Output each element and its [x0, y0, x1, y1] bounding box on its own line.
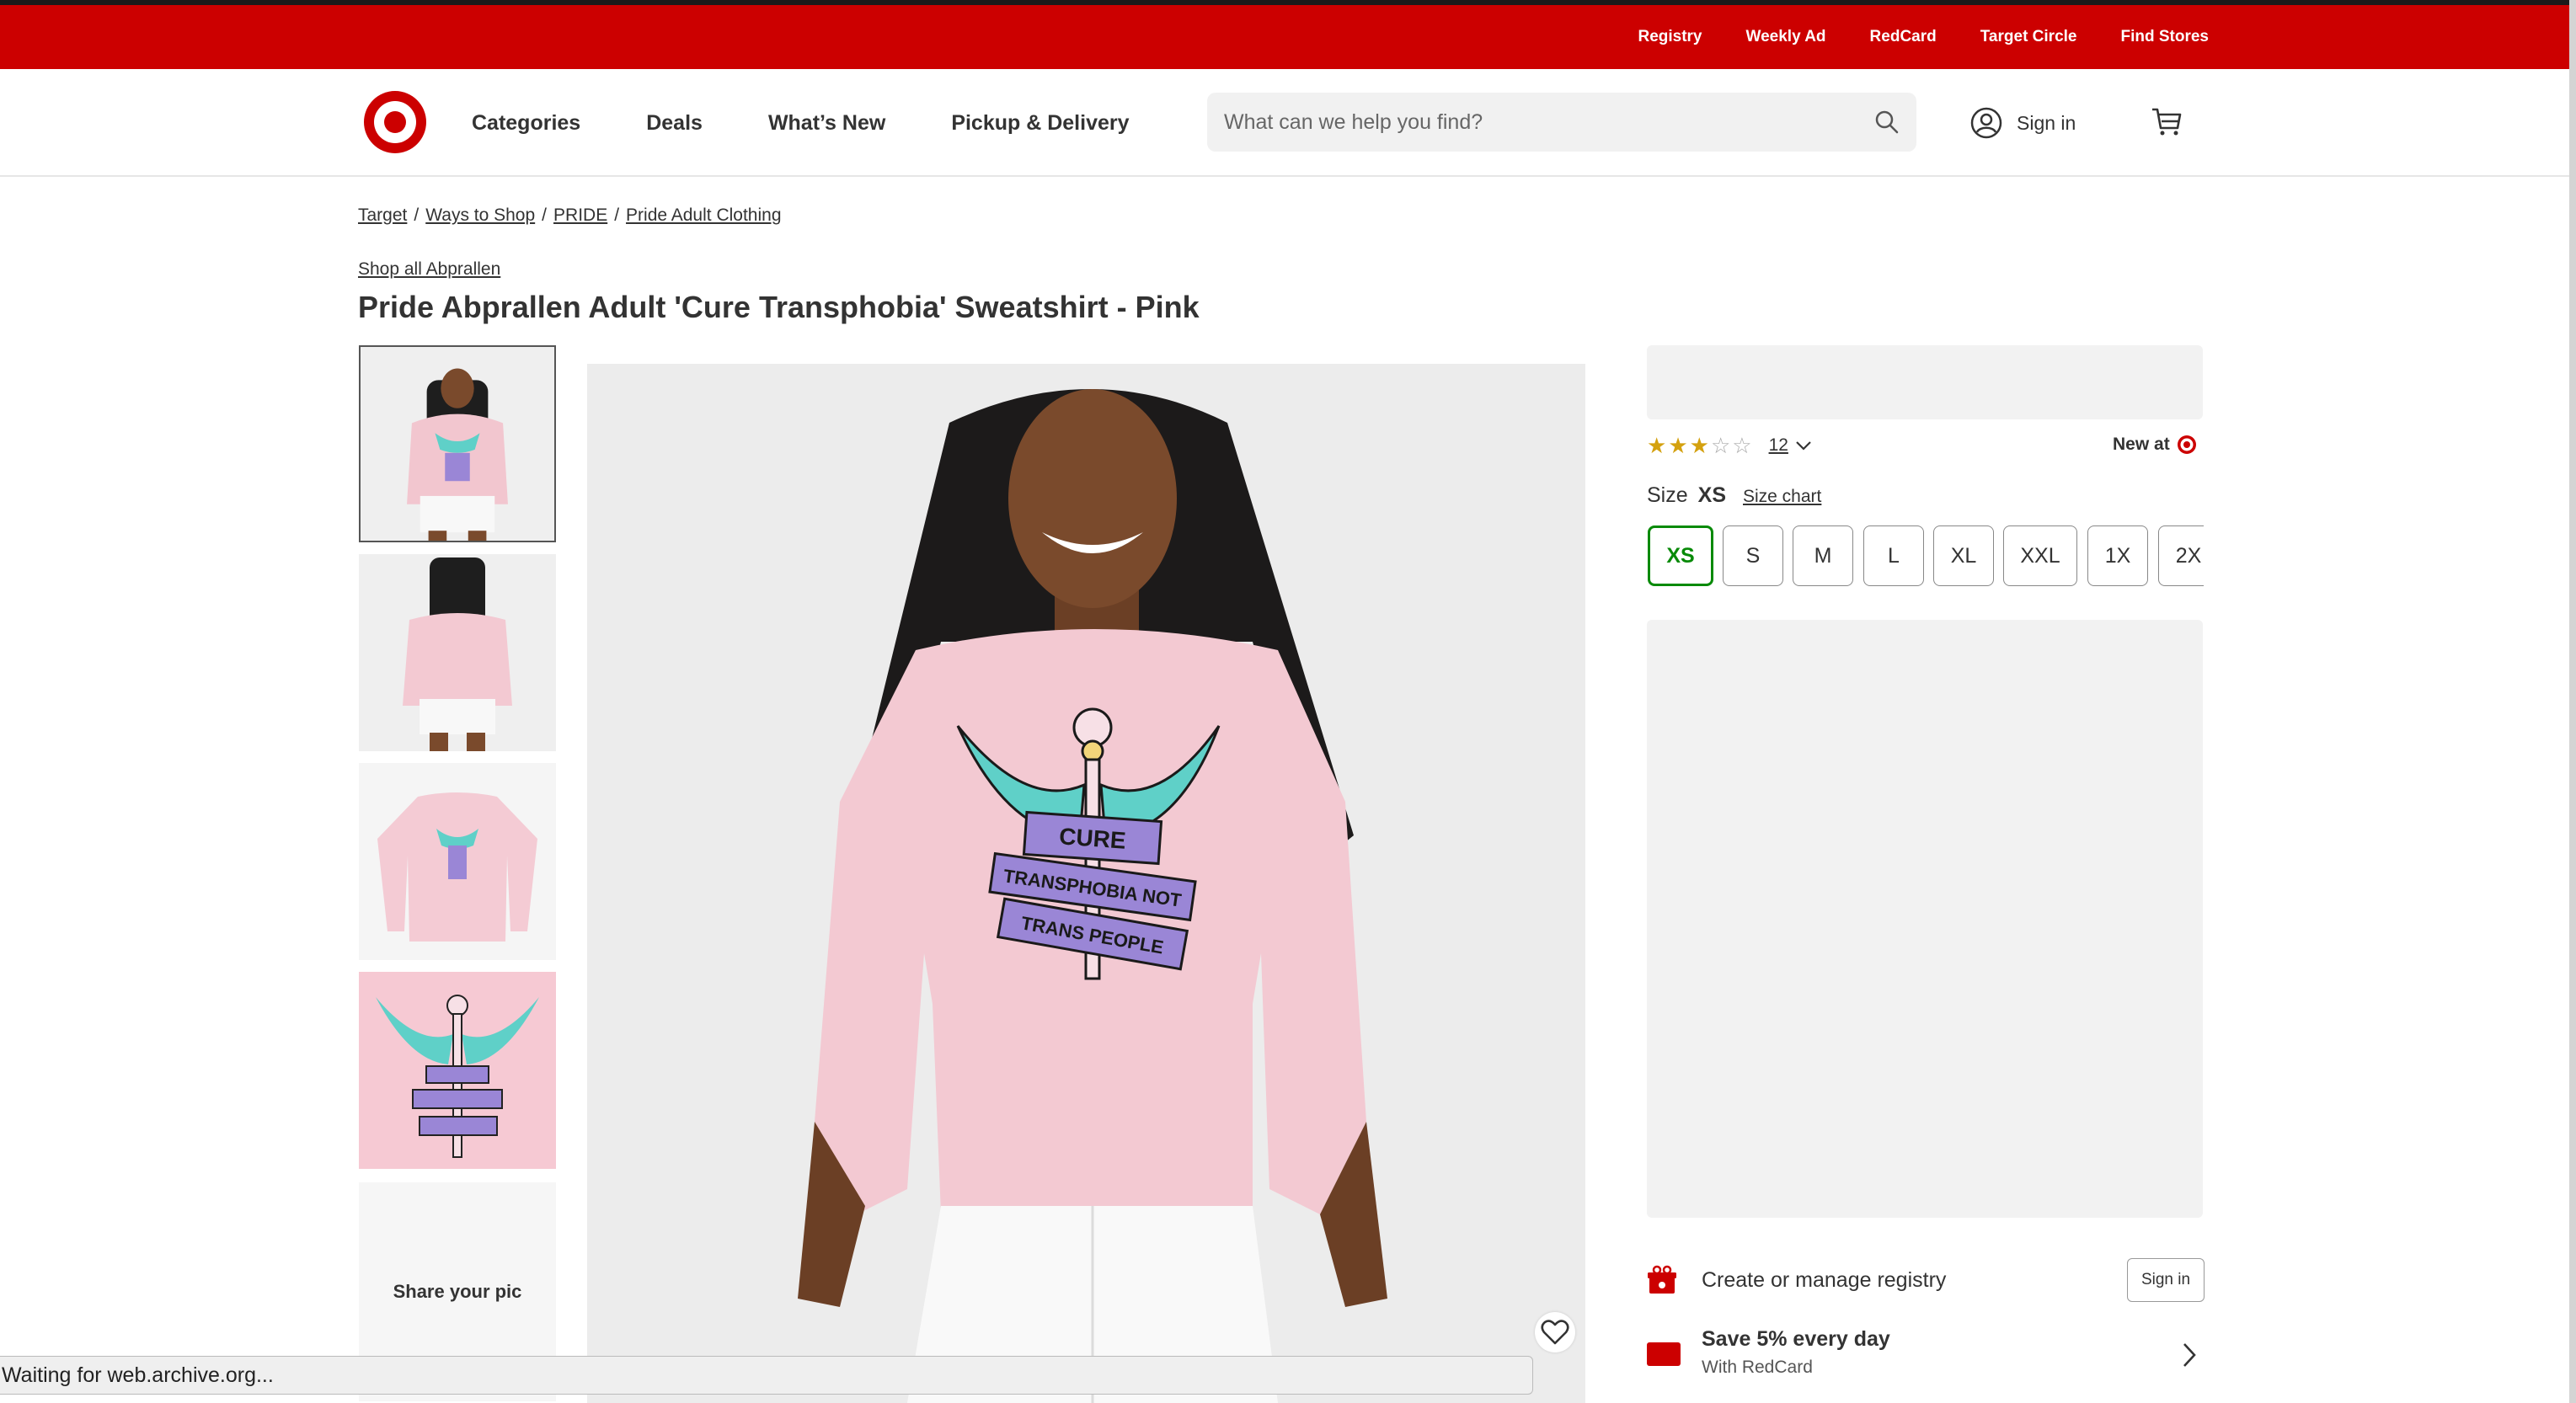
size-option-m[interactable]: M [1793, 525, 1853, 586]
size-selection-line: Size XS Size chart [1647, 483, 1821, 508]
search-bar [1207, 93, 1916, 152]
star-filled-icon: ★ [1668, 433, 1688, 458]
thumbnail-flat-sweatshirt-image [359, 763, 556, 960]
model-wearing-sweatshirt-image: CURE TRANSPHOBIA NOT TRANS PEOPLE [587, 364, 1585, 1403]
utility-link-target-circle[interactable]: Target Circle [1980, 28, 2077, 46]
chevron-right-icon [2183, 1343, 2196, 1367]
utility-link-registry[interactable]: Registry [1638, 28, 1702, 46]
price-placeholder [1647, 345, 2203, 419]
browser-status-bar: Waiting for web.archive.org... [0, 1356, 1533, 1395]
signin-label: Sign in [2017, 111, 2076, 134]
breadcrumb-pride-adult-clothing[interactable]: Pride Adult Clothing [626, 205, 781, 225]
star-filled-icon: ★ [1689, 433, 1709, 458]
redcard-offer-row[interactable]: Save 5% every day With RedCard [1647, 1324, 2205, 1383]
breadcrumb-pride[interactable]: PRIDE [553, 205, 607, 225]
utility-links: Registry Weekly Ad RedCard Target Circle… [1638, 5, 2209, 69]
search-input[interactable] [1224, 93, 1864, 152]
redcard-icon [1647, 1342, 1681, 1366]
size-option-1x[interactable]: 1X [2087, 525, 2148, 586]
breadcrumb-target[interactable]: Target [358, 205, 407, 225]
fulfillment-placeholder [1647, 620, 2203, 1218]
size-label: Size [1647, 483, 1688, 507]
rating-summary[interactable]: ★ ★ ★ ☆ ☆ 12 [1647, 433, 1812, 458]
account-icon [1970, 107, 2002, 139]
nav-pickup-delivery[interactable]: Pickup & Delivery [951, 111, 1129, 136]
breadcrumb-ways-to-shop[interactable]: Ways to Shop [425, 205, 535, 225]
account-signin[interactable]: Sign in [1969, 106, 2076, 140]
thumbnail-1[interactable] [359, 345, 556, 542]
favorite-button[interactable] [1535, 1312, 1575, 1352]
utility-link-redcard[interactable]: RedCard [1870, 28, 1937, 46]
thumbnail-2[interactable] [359, 554, 556, 751]
heart-icon [1541, 1320, 1569, 1345]
new-at-label: New at [2113, 435, 2170, 454]
site-header: Categories Deals What’s New Pickup & Del… [0, 69, 2569, 177]
breadcrumb: Target / Ways to Shop / PRIDE / Pride Adult Cl… [358, 205, 782, 225]
star-empty-icon: ☆ [1732, 433, 1752, 458]
utility-link-weekly-ad[interactable]: Weekly Ad [1746, 28, 1826, 46]
target-bullseye-icon[interactable] [364, 91, 426, 153]
star-empty-icon: ☆ [1710, 433, 1731, 458]
thumbnail-model-back-image [359, 554, 556, 751]
size-option-xl[interactable]: XL [1933, 525, 1994, 586]
chevron-down-icon [1796, 441, 1811, 451]
review-count-link[interactable]: 12 [1769, 435, 1788, 456]
registry-signin-button[interactable]: Sign in [2127, 1258, 2205, 1302]
shop-all-brand-link[interactable]: Shop all Abprallen [358, 259, 500, 280]
utility-link-find-stores[interactable]: Find Stores [2120, 28, 2209, 46]
share-your-pic-label: Share your pic [393, 1281, 522, 1302]
star-filled-icon: ★ [1647, 433, 1667, 458]
registry-text: Create or manage registry [1702, 1268, 1947, 1292]
status-text: Waiting for web.archive.org... [2, 1363, 274, 1387]
scrollbar-track[interactable] [2569, 0, 2576, 1403]
cart-icon[interactable] [2150, 104, 2183, 138]
search-icon[interactable] [1874, 109, 1900, 135]
redcard-subtitle: With RedCard [1702, 1358, 1813, 1377]
nav-deals[interactable]: Deals [646, 111, 703, 136]
page: Registry Weekly Ad RedCard Target Circle… [0, 0, 2576, 1403]
thumbnail-model-front-image [361, 347, 554, 541]
new-at-badge: New at [2113, 435, 2197, 455]
nav-categories[interactable]: Categories [472, 111, 580, 136]
main-nav: Categories Deals What’s New Pickup & Del… [472, 69, 1130, 177]
size-option-l[interactable]: L [1863, 525, 1924, 586]
size-option-xxl[interactable]: XXL [2003, 525, 2077, 586]
size-chart-link[interactable]: Size chart [1743, 487, 1821, 507]
star-rating: ★ ★ ★ ☆ ☆ [1647, 435, 1752, 456]
thumbnail-graphic-closeup-image [359, 972, 556, 1169]
target-bullseye-small-icon [2177, 435, 2196, 454]
registry-row: Create or manage registry Sign in [1647, 1258, 2205, 1302]
size-option-xs[interactable]: XS [1648, 525, 1713, 586]
size-options: XS S M L XL XXL 1X 2X [1648, 525, 2204, 588]
thumbnail-4[interactable] [359, 972, 556, 1169]
main-product-image[interactable]: CURE TRANSPHOBIA NOT TRANS PEOPLE [587, 364, 1585, 1403]
thumbnail-3[interactable] [359, 763, 556, 960]
shirt-text-cure: CURE [1058, 823, 1126, 853]
gift-icon [1648, 1265, 1676, 1294]
size-option-2x[interactable]: 2X [2158, 525, 2204, 586]
nav-whats-new[interactable]: What’s New [768, 111, 885, 136]
product-title: Pride Abprallen Adult 'Cure Transphobia'… [358, 290, 1200, 324]
selected-size-value: XS [1697, 483, 1726, 507]
redcard-title: Save 5% every day [1702, 1327, 1890, 1351]
utility-bar: Registry Weekly Ad RedCard Target Circle… [0, 5, 2569, 69]
size-option-s[interactable]: S [1723, 525, 1783, 586]
